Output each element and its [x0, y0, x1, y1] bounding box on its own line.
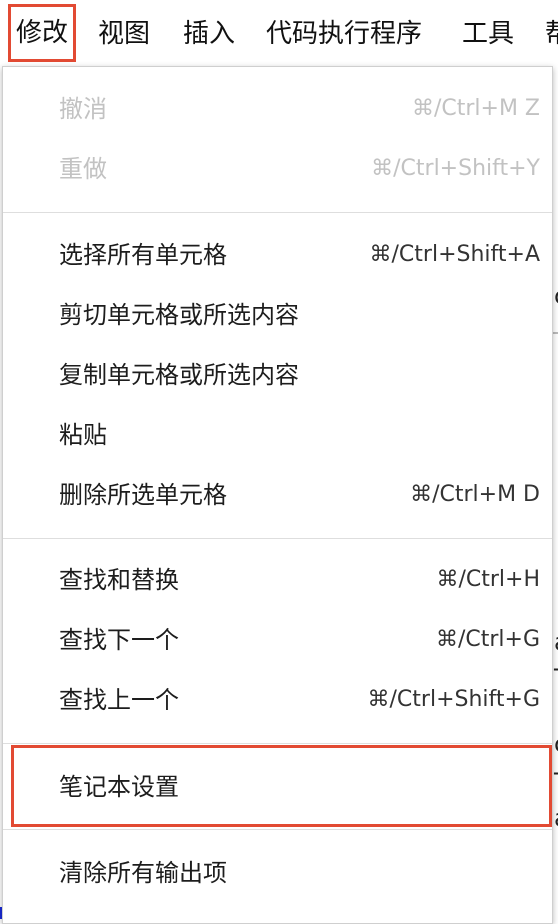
- menubar: 修改 视图 插入 代码执行程序 工具 帮: [0, 0, 558, 66]
- menu-item-shortcut: ⌘/Ctrl+Shift+Y: [371, 156, 540, 181]
- menu-item-label: 删除所选单元格: [59, 481, 227, 509]
- menu-item-label: 清除所有输出项: [59, 859, 227, 887]
- menu-item-label: 粘贴: [59, 421, 107, 449]
- menu-item-select-all-cells[interactable]: 选择所有单元格 ⌘/Ctrl+Shift+A: [3, 227, 552, 283]
- menu-item-label: 查找上一个: [59, 686, 179, 714]
- menu-edit[interactable]: 修改: [8, 4, 77, 62]
- menu-item-find-replace[interactable]: 查找和替换 ⌘/Ctrl+H: [3, 552, 552, 608]
- menu-item-copy-cells[interactable]: 复制单元格或所选内容: [3, 347, 552, 403]
- menu-item-label: 重做: [59, 155, 107, 183]
- menu-divider: [3, 743, 552, 744]
- menu-item-label: 撤消: [59, 95, 107, 123]
- background-text-fragment: c: [554, 282, 558, 310]
- menu-item-label: 查找和替换: [59, 566, 179, 594]
- menu-view[interactable]: 视图: [98, 0, 150, 66]
- menu-item-find-next[interactable]: 查找下一个 ⌘/Ctrl+G: [3, 612, 552, 668]
- menu-item-paste[interactable]: 粘贴: [3, 407, 552, 463]
- background-rule: [553, 332, 558, 334]
- background-text-fragment: a: [554, 804, 558, 832]
- menu-divider: [3, 538, 552, 539]
- menu-item-label: 复制单元格或所选内容: [59, 361, 299, 389]
- menu-help[interactable]: 帮: [545, 0, 558, 66]
- menu-item-shortcut: ⌘/Ctrl+Shift+A: [369, 242, 540, 267]
- menu-item-label: 选择所有单元格: [59, 241, 227, 269]
- menu-runtime[interactable]: 代码执行程序: [266, 0, 422, 66]
- background-text-fragment: T: [554, 768, 558, 796]
- menu-item-delete-cells[interactable]: 删除所选单元格 ⌘/Ctrl+M D: [3, 467, 552, 523]
- menu-item-shortcut: ⌘/Ctrl+Shift+G: [367, 687, 540, 712]
- menu-divider: [3, 212, 552, 213]
- menu-item-clear-all-outputs[interactable]: 清除所有输出项: [3, 845, 552, 901]
- menu-tools[interactable]: 工具: [462, 0, 514, 66]
- menu-insert[interactable]: 插入: [183, 0, 235, 66]
- menu-divider: [3, 829, 552, 830]
- menu-item-find-previous[interactable]: 查找上一个 ⌘/Ctrl+Shift+G: [3, 672, 552, 728]
- edit-menu-dropdown: 撤消 ⌘/Ctrl+M Z 重做 ⌘/Ctrl+Shift+Y 选择所有单元格 …: [2, 66, 553, 924]
- menu-item-shortcut: ⌘/Ctrl+M D: [410, 482, 540, 507]
- background-text-fragment: c: [554, 730, 558, 758]
- menu-item-label: 剪切单元格或所选内容: [59, 301, 299, 329]
- menu-item-label: 笔记本设置: [59, 773, 179, 801]
- menu-item-cut-cells[interactable]: 剪切单元格或所选内容: [3, 287, 552, 343]
- menu-item-shortcut: ⌘/Ctrl+M Z: [411, 96, 540, 121]
- background-text-fragment: T: [554, 664, 558, 692]
- menu-item-label: 查找下一个: [59, 626, 179, 654]
- screen: c a T c T a ellake 修改 视图 插入 代码执行程序 工具 帮 …: [0, 0, 558, 924]
- menu-item-notebook-settings[interactable]: 笔记本设置: [3, 759, 552, 815]
- menu-item-undo[interactable]: 撤消 ⌘/Ctrl+M Z: [3, 81, 552, 137]
- menu-item-redo[interactable]: 重做 ⌘/Ctrl+Shift+Y: [3, 141, 552, 197]
- background-text-fragment: a: [554, 628, 558, 656]
- menu-item-shortcut: ⌘/Ctrl+G: [435, 627, 540, 652]
- menu-item-shortcut: ⌘/Ctrl+H: [436, 567, 540, 592]
